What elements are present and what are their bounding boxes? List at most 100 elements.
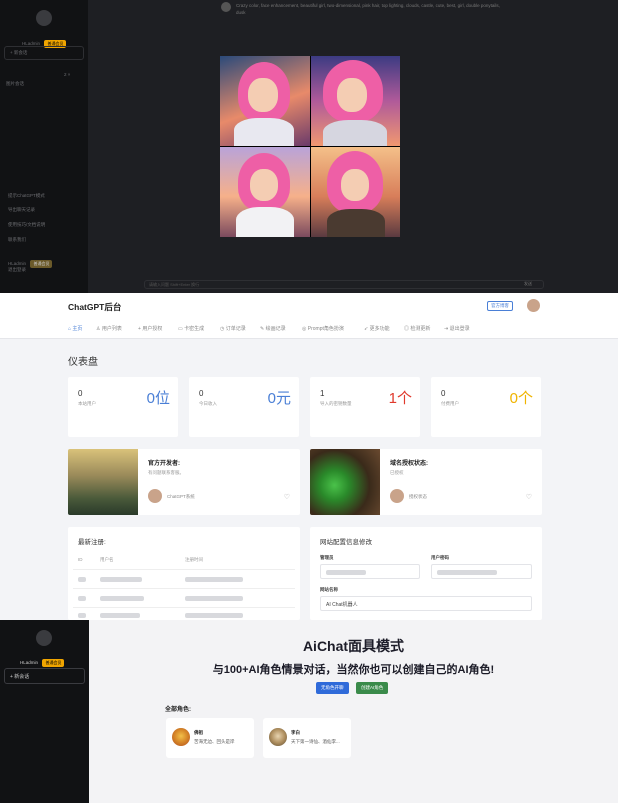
panel-title: 网站配置信息修改 xyxy=(320,539,372,546)
tab-user-auth[interactable]: + 用户授权 xyxy=(138,325,162,332)
stat-big-value: 0个 xyxy=(509,390,533,407)
libai-avatar xyxy=(269,728,287,746)
stat-value: 0 xyxy=(199,389,204,398)
password-field[interactable] xyxy=(431,564,532,579)
card-subtitle: 有问题联系客服。 xyxy=(148,470,184,475)
column-header-id: ID xyxy=(78,557,83,562)
new-chat-button[interactable]: + 新会话 xyxy=(4,668,85,684)
start-chat-button[interactable]: 无角色开聊 xyxy=(316,682,349,694)
footer-badge: 普通会员 xyxy=(30,260,53,268)
chat-input[interactable]: 请输入问题 Shift+Enter 换行 xyxy=(144,280,544,289)
stat-value: 0 xyxy=(441,389,446,398)
tab-user-list[interactable]: ♙ 用户列表 xyxy=(96,325,122,332)
table-cell xyxy=(78,613,86,618)
prompt-message: Crazy color, face enhancement, beautiful… xyxy=(236,3,500,15)
stat-card-income: 0 今日收入 0元 xyxy=(189,377,299,437)
heart-icon[interactable]: ♡ xyxy=(526,493,532,501)
column-header-username: 用户名 xyxy=(100,557,114,562)
table-cell xyxy=(100,577,142,582)
conversation-item[interactable]: 图片会话 2 × xyxy=(6,72,82,90)
sidebar-item-logout[interactable]: 退出登录 xyxy=(8,267,26,273)
divider xyxy=(73,569,295,570)
divider xyxy=(73,607,295,608)
generated-image-1[interactable] xyxy=(220,56,310,146)
stat-card-users: 0 本站用户 0位 xyxy=(68,377,178,437)
heart-icon[interactable]: ♡ xyxy=(284,493,290,501)
table-cell xyxy=(100,613,140,618)
tab-orders[interactable]: ◷ 订单记录 xyxy=(220,325,246,332)
developer-card: 官方开发者: 有问题联系客服。 ChatGPT系统 ♡ xyxy=(68,449,300,515)
avatar[interactable] xyxy=(36,10,52,26)
avatar xyxy=(148,489,162,503)
aichat-sidebar: HLadmin 普通会员 + 新会话 xyxy=(0,620,89,803)
tab-drawing[interactable]: ✎ 绘画记录 xyxy=(260,325,286,332)
admin-nav: ⌂ 主页 ♙ 用户列表 + 用户授权 ▭ 卡密生成 ◷ 订单记录 ✎ 绘画记录 … xyxy=(0,319,618,339)
password-field-label: 用户密码 xyxy=(431,555,449,560)
generated-image-3[interactable] xyxy=(220,147,310,237)
stat-card-keys: 1 导入的密钥数量 1个 xyxy=(310,377,420,437)
tab-card-gen[interactable]: ▭ 卡密生成 xyxy=(178,325,204,332)
table-cell xyxy=(78,596,86,601)
avatar[interactable] xyxy=(527,299,540,312)
domain-card: 域名授权状态: 已授权 授权状态 ♡ xyxy=(310,449,542,515)
card-title: 官方开发者: xyxy=(148,461,180,467)
generated-image-2[interactable] xyxy=(310,56,400,146)
landscape-image xyxy=(68,449,138,515)
sidebar-item-gpt-mode[interactable]: 提示ChatGPT模式 xyxy=(8,193,45,199)
stat-value: 1 xyxy=(320,389,325,398)
stat-label: 导入的密钥数量 xyxy=(320,401,352,406)
tab-label: 检测更新 xyxy=(410,326,431,332)
card-author: ChatGPT系统 xyxy=(167,494,195,499)
site-name-label: 网站名称 xyxy=(320,587,338,592)
sidebar-item-contact[interactable]: 联系我们 xyxy=(8,237,26,243)
stat-label: 今日收入 xyxy=(199,401,217,406)
tab-label: 更多功能 xyxy=(369,326,390,332)
role-card[interactable]: 李白 天下第一诗仙、酒仙李... xyxy=(263,718,351,758)
table-cell xyxy=(78,577,86,582)
generated-image-4[interactable] xyxy=(310,147,400,237)
tab-more[interactable]: ➶ 更多功能 xyxy=(364,325,390,332)
avatar[interactable] xyxy=(36,630,52,646)
chat-sidebar: HLadmin 普通会员 + 新会话 图片会话 2 × 提示ChatGPT模式 … xyxy=(0,0,88,293)
role-card[interactable]: 佛祖 苦海无边、回头是岸 xyxy=(166,718,254,758)
tab-prompt-roles[interactable]: ◎ Prompt角色扮演 xyxy=(302,325,344,332)
card-title: 域名授权状态: xyxy=(390,461,428,467)
create-role-button[interactable]: 创建AI角色 xyxy=(356,682,389,694)
sidebar-item-export[interactable]: 导出聊天记录 xyxy=(8,207,35,213)
tab-label: 绘画记录 xyxy=(265,326,286,332)
tab-logout[interactable]: ⇥ 退出登录 xyxy=(444,325,470,332)
user-info: HLadmin 普通会员 xyxy=(20,651,65,669)
admin-field[interactable] xyxy=(320,564,420,579)
avatar xyxy=(390,489,404,503)
official-blog-button[interactable]: 官方博客 xyxy=(487,301,513,311)
conversation-counts: 2 × xyxy=(64,72,71,77)
column-header-time: 注册时间 xyxy=(185,557,203,562)
role-name: 李白 xyxy=(291,730,300,735)
tab-label: 主页 xyxy=(72,326,83,332)
user-name: HLadmin xyxy=(20,660,39,665)
tab-label: 退出登录 xyxy=(449,326,470,332)
sidebar-item-docs[interactable]: 使用技巧/文档说明 xyxy=(8,222,45,228)
aichat-mask-screen: HLadmin 普通会员 + 新会话 AiChat面具模式 与100+AI角色情… xyxy=(0,620,618,803)
stat-label: 付费用户 xyxy=(441,401,459,406)
tab-label: 订单记录 xyxy=(225,326,246,332)
clover-image xyxy=(310,449,380,515)
stat-big-value: 1个 xyxy=(388,390,412,407)
generated-image-grid[interactable] xyxy=(220,56,400,237)
card-subtitle: 已授权 xyxy=(390,470,404,475)
page-subtitle: 与100+AI角色情景对话，当然你也可以创建自己的AI角色! xyxy=(212,664,495,676)
new-chat-button[interactable]: + 新会话 xyxy=(4,46,84,60)
stat-value: 0 xyxy=(78,389,83,398)
tab-home[interactable]: ⌂ 主页 xyxy=(68,325,82,332)
table-cell xyxy=(100,596,144,601)
card-author: 授权状态 xyxy=(409,494,427,499)
send-button[interactable]: 发送 xyxy=(524,281,532,287)
tab-update[interactable]: ◎ 检测更新 xyxy=(404,325,430,332)
footer-user-name: HLadmin xyxy=(8,261,27,266)
role-desc: 苦海无边、回头是岸 xyxy=(194,739,235,744)
divider xyxy=(73,588,295,589)
admin-header: ChatGPT后台 官方博客 xyxy=(0,293,618,319)
site-name-field[interactable]: AI Chat机器人 xyxy=(320,596,532,611)
chat-app-screen: HLadmin 普通会员 + 新会话 图片会话 2 × 提示ChatGPT模式 … xyxy=(0,0,618,293)
conversation-label: 图片会话 xyxy=(6,81,24,86)
